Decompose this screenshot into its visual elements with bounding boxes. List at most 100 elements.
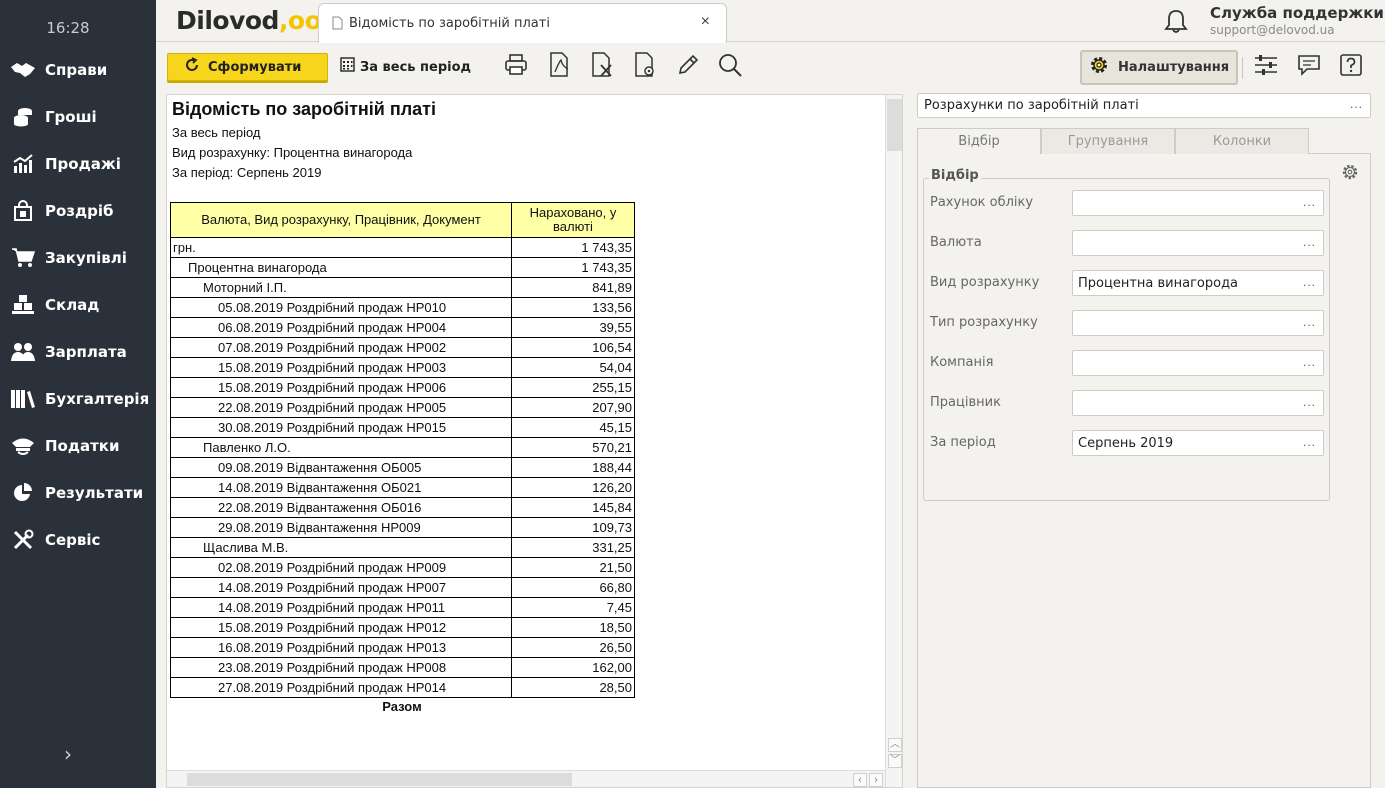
tab-report[interactable]: Відомість по заробітній платі ×	[318, 3, 727, 43]
edit-button[interactable]	[675, 54, 701, 80]
company-field[interactable]: ...	[1072, 350, 1324, 376]
sidebar-item-label: Справи	[45, 61, 108, 79]
sidebar-item-zarplata[interactable]: Зарплата	[0, 332, 156, 372]
boxes-icon	[10, 292, 36, 318]
sliders-icon	[1253, 53, 1279, 82]
ellipsis-icon[interactable]: ...	[1303, 195, 1316, 209]
ellipsis-icon[interactable]: ...	[1303, 275, 1316, 289]
total-label: Разом	[382, 699, 422, 714]
period-field[interactable]: Серпень 2019...	[1072, 430, 1324, 456]
support-title[interactable]: Служба поддержки	[1210, 4, 1384, 22]
bell-icon[interactable]	[1164, 8, 1188, 39]
export-excel-button[interactable]	[590, 51, 616, 80]
gear-icon[interactable]	[1341, 163, 1359, 186]
scroll-right-icon[interactable]: ›	[869, 773, 883, 787]
sidebar-item-rozdrib[interactable]: Роздріб	[0, 191, 156, 231]
sidebar-item-podatky[interactable]: Податки	[0, 426, 156, 466]
sidebar-item-prodazhi[interactable]: Продажі	[0, 144, 156, 184]
row-description: 14.08.2019 Відвантаження ОБ021	[170, 477, 512, 498]
table-header: Валюта, Вид розрахунку, Працівник, Докум…	[170, 202, 635, 238]
row-amount: 21,50	[511, 557, 635, 578]
scrollbar-thumb[interactable]	[187, 773, 572, 786]
employee-field[interactable]: ...	[1072, 390, 1324, 416]
ellipsis-icon[interactable]: ...	[1303, 395, 1316, 409]
generate-button[interactable]: Сформувати	[167, 53, 328, 81]
print-button[interactable]	[503, 53, 529, 81]
report-table: Валюта, Вид розрахунку, Працівник, Докум…	[170, 202, 635, 698]
horizontal-scrollbar[interactable]: ‹ ›	[167, 770, 885, 787]
clock: 16:28	[46, 19, 90, 37]
sidebar-item-spravy[interactable]: Справи	[0, 50, 156, 90]
table-row: 16.08.2019 Роздрібний продаж НР013 26,50	[170, 637, 635, 658]
search-icon	[717, 52, 743, 83]
row-description: 06.08.2019 Роздрібний продаж НР004	[170, 317, 512, 338]
search-button[interactable]	[717, 52, 743, 83]
filter-sliders-button[interactable]	[1253, 54, 1279, 80]
close-icon[interactable]: ×	[701, 13, 710, 31]
report-date-range: За період: Серпень 2019	[172, 165, 322, 180]
file-settings-button[interactable]	[633, 51, 659, 83]
scroll-down-icon[interactable]: ﹀	[888, 754, 902, 768]
scrollbar-thumb[interactable]	[887, 99, 902, 151]
table-row: 27.08.2019 Роздрібний продаж НР014 28,50	[170, 677, 635, 698]
ellipsis-icon[interactable]: ...	[1303, 435, 1316, 449]
logo-text: Dilovod	[176, 6, 279, 35]
file-gear-icon	[634, 51, 658, 83]
tab-filter[interactable]: Відбір	[917, 128, 1041, 154]
printer-icon	[504, 53, 528, 81]
settings-button[interactable]: Налаштування	[1080, 50, 1238, 85]
vertical-scrollbar[interactable]: ︿ ﹀	[885, 95, 902, 787]
row-description: 07.08.2019 Роздрібний продаж НР002	[170, 337, 512, 358]
sidebar-item-zakupivli[interactable]: Закупівлі	[0, 238, 156, 278]
sidebar-item-sklad[interactable]: Склад	[0, 285, 156, 325]
field-label-period: За період	[930, 435, 996, 450]
tab-grouping[interactable]: Групування	[1041, 128, 1175, 154]
sidebar-item-servis[interactable]: Сервіс	[0, 520, 156, 560]
tab-columns[interactable]: Колонки	[1175, 128, 1309, 154]
row-amount: 162,00	[511, 657, 635, 678]
refresh-icon	[184, 56, 200, 78]
ellipsis-icon[interactable]: ...	[1303, 315, 1316, 329]
row-description: Процентна винагорода	[170, 257, 512, 278]
sidebar-item-bukhhalteriia[interactable]: Бухгалтерія	[0, 379, 156, 419]
period-label: За весь період	[360, 59, 472, 75]
pie-chart-icon	[10, 480, 36, 506]
table-row: 07.08.2019 Роздрібний продаж НР002 106,54	[170, 337, 635, 358]
export-pdf-button[interactable]	[547, 51, 573, 83]
sidebar-item-groshi[interactable]: Гроші	[0, 97, 156, 137]
ellipsis-icon[interactable]: ...	[1303, 235, 1316, 249]
pdf-file-icon	[549, 51, 571, 83]
tab-title: Відомість по заробітній платі	[349, 16, 550, 31]
sidebar: 16:28 Справи Гроші Продажі Роздріб Закуп…	[0, 0, 156, 788]
ellipsis-icon[interactable]: ...	[1350, 97, 1363, 111]
scroll-left-icon[interactable]: ‹	[853, 773, 867, 787]
period-button[interactable]: За весь період	[340, 56, 471, 78]
field-label-employee: Працівник	[930, 395, 1001, 410]
document-icon	[332, 16, 343, 35]
row-amount: 66,80	[511, 577, 635, 598]
field-value: Серпень 2019	[1078, 436, 1174, 451]
table-row: 14.08.2019 Відвантаження ОБ021 126,20	[170, 477, 635, 498]
collapse-sidebar-button[interactable]: ›	[64, 742, 72, 766]
row-description: 05.08.2019 Роздрібний продаж НР010	[170, 297, 512, 318]
ellipsis-icon[interactable]: ...	[1303, 355, 1316, 369]
help-button[interactable]	[1338, 53, 1364, 80]
comments-button[interactable]	[1296, 54, 1322, 80]
coins-icon	[10, 104, 36, 130]
support-email[interactable]: support@delovod.ua	[1210, 23, 1335, 37]
row-amount: 7,45	[511, 597, 635, 618]
currency-field[interactable]: ...	[1072, 230, 1324, 256]
row-amount: 188,44	[511, 457, 635, 478]
logo[interactable]: Dilovod,oo	[176, 6, 322, 35]
generate-label: Сформувати	[208, 59, 302, 75]
calc-kind-field[interactable]: ...	[1072, 310, 1324, 336]
row-amount: 126,20	[511, 477, 635, 498]
sidebar-item-label: Гроші	[45, 108, 97, 126]
report-type-select[interactable]: Розрахунки по заробітній платі ...	[917, 93, 1371, 118]
sidebar-item-rezultaty[interactable]: Результати	[0, 473, 156, 513]
calc-type-field[interactable]: Процентна винагорода...	[1072, 270, 1324, 296]
row-description: 29.08.2019 Відвантаження НР009	[170, 517, 512, 538]
account-field[interactable]: ...	[1072, 190, 1324, 216]
scroll-up-icon[interactable]: ︿	[888, 738, 902, 752]
sales-chart-icon	[10, 151, 36, 177]
